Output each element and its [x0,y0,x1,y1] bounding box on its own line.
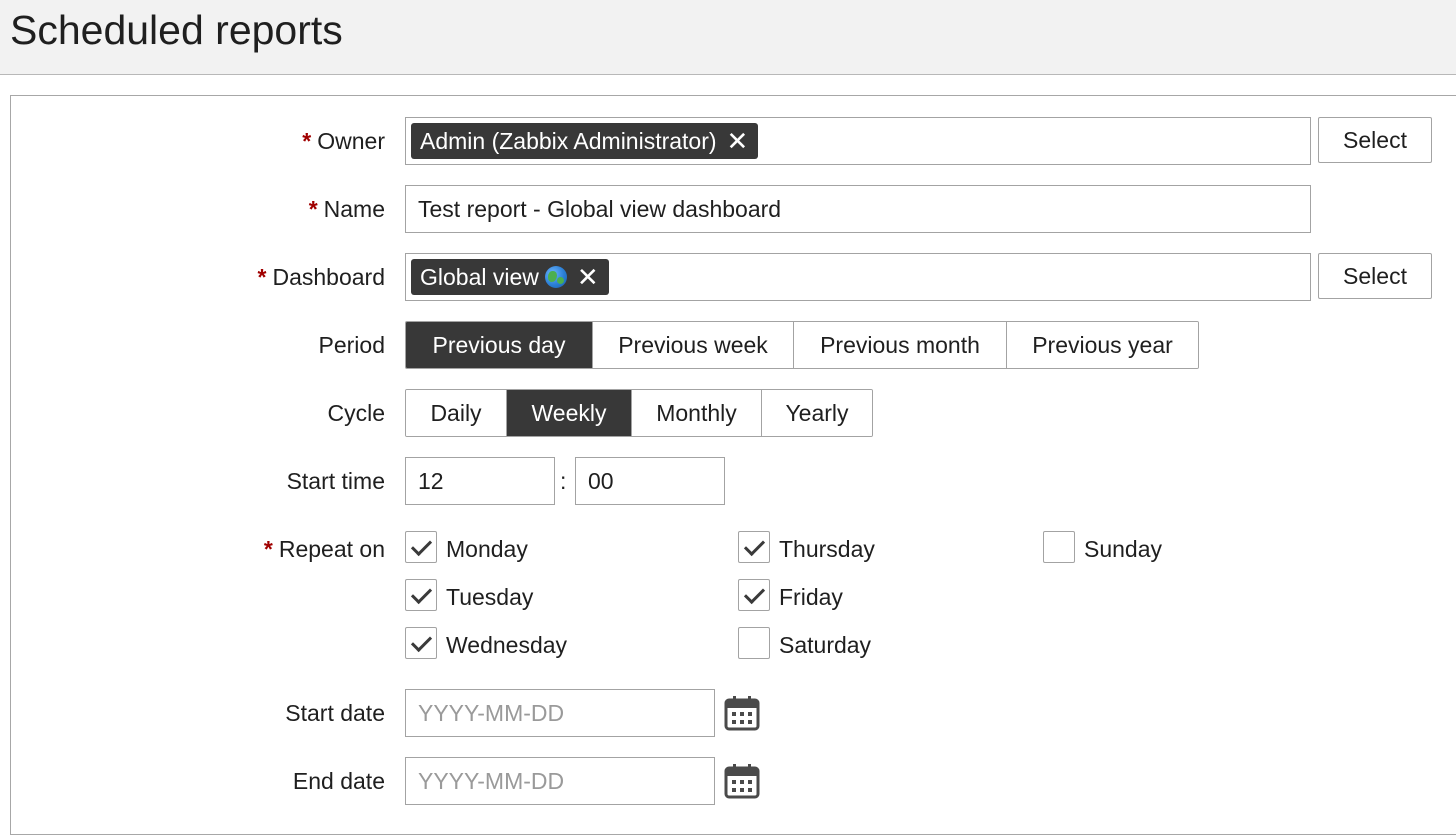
start-date-label: Start date [285,700,385,726]
owner-tag-label: Admin (Zabbix Administrator) [420,128,717,154]
dashboard-tag: Global view ✕ [411,259,609,295]
page-title: Scheduled reports [10,7,343,53]
time-separator: : [560,468,567,494]
dashboard-multiselect[interactable]: Global view ✕ [405,253,1311,301]
period-segmented-control: Previous day Previous week Previous mont… [405,321,1199,369]
repeat-on-label: * Repeat on [263,536,385,562]
required-marker: * [263,536,273,562]
owner-select-button[interactable]: Select [1318,117,1432,163]
required-marker: * [257,264,267,290]
dashboard-label: * Dashboard [257,264,385,290]
sunday-checkbox[interactable] [1043,531,1075,563]
name-label: * Name [308,196,385,222]
calendar-icon[interactable] [724,695,760,731]
start-time-label: Start time [286,468,385,494]
start-date-input[interactable] [405,689,715,737]
required-marker: * [308,196,318,222]
period-option-previous-week[interactable]: Previous week [593,322,794,368]
name-input[interactable] [405,185,1311,233]
close-icon[interactable]: ✕ [577,259,599,295]
cycle-segmented-control: Daily Weekly Monthly Yearly [405,389,873,437]
cycle-option-weekly[interactable]: Weekly [507,390,632,436]
friday-checkbox[interactable] [738,579,770,611]
dashboard-select-button[interactable]: Select [1318,253,1432,299]
monday-checkbox[interactable] [405,531,437,563]
owner-label: * Owner [302,128,385,154]
page-header: Scheduled reports [0,0,1456,75]
required-marker: * [302,128,312,154]
wednesday-label: Wednesday [446,632,568,658]
dashboard-tag-label: Global view [420,264,539,290]
thursday-checkbox[interactable] [738,531,770,563]
start-time-hours-input[interactable] [405,457,555,505]
owner-multiselect[interactable]: Admin (Zabbix Administrator) ✕ [405,117,1311,165]
globe-icon [544,266,567,288]
period-option-previous-year[interactable]: Previous year [1007,322,1198,368]
calendar-icon[interactable] [724,763,760,799]
cycle-option-monthly[interactable]: Monthly [632,390,762,436]
start-time-minutes-input[interactable] [575,457,725,505]
cycle-option-yearly[interactable]: Yearly [762,390,872,436]
period-option-previous-month[interactable]: Previous month [794,322,1007,368]
wednesday-checkbox[interactable] [405,627,437,659]
monday-label: Monday [446,536,528,562]
period-label: Period [318,332,385,358]
saturday-label: Saturday [779,632,872,658]
end-date-input[interactable] [405,757,715,805]
cycle-option-daily[interactable]: Daily [406,390,507,436]
end-date-label: End date [292,768,385,794]
cycle-label: Cycle [327,400,385,426]
thursday-label: Thursday [779,536,875,562]
saturday-checkbox[interactable] [738,627,770,659]
owner-tag: Admin (Zabbix Administrator) ✕ [411,123,759,159]
sunday-label: Sunday [1084,536,1163,562]
tuesday-checkbox[interactable] [405,579,437,611]
period-option-previous-day[interactable]: Previous day [406,322,593,368]
friday-label: Friday [779,584,843,610]
close-icon[interactable]: ✕ [727,123,749,159]
tuesday-label: Tuesday [446,584,534,610]
